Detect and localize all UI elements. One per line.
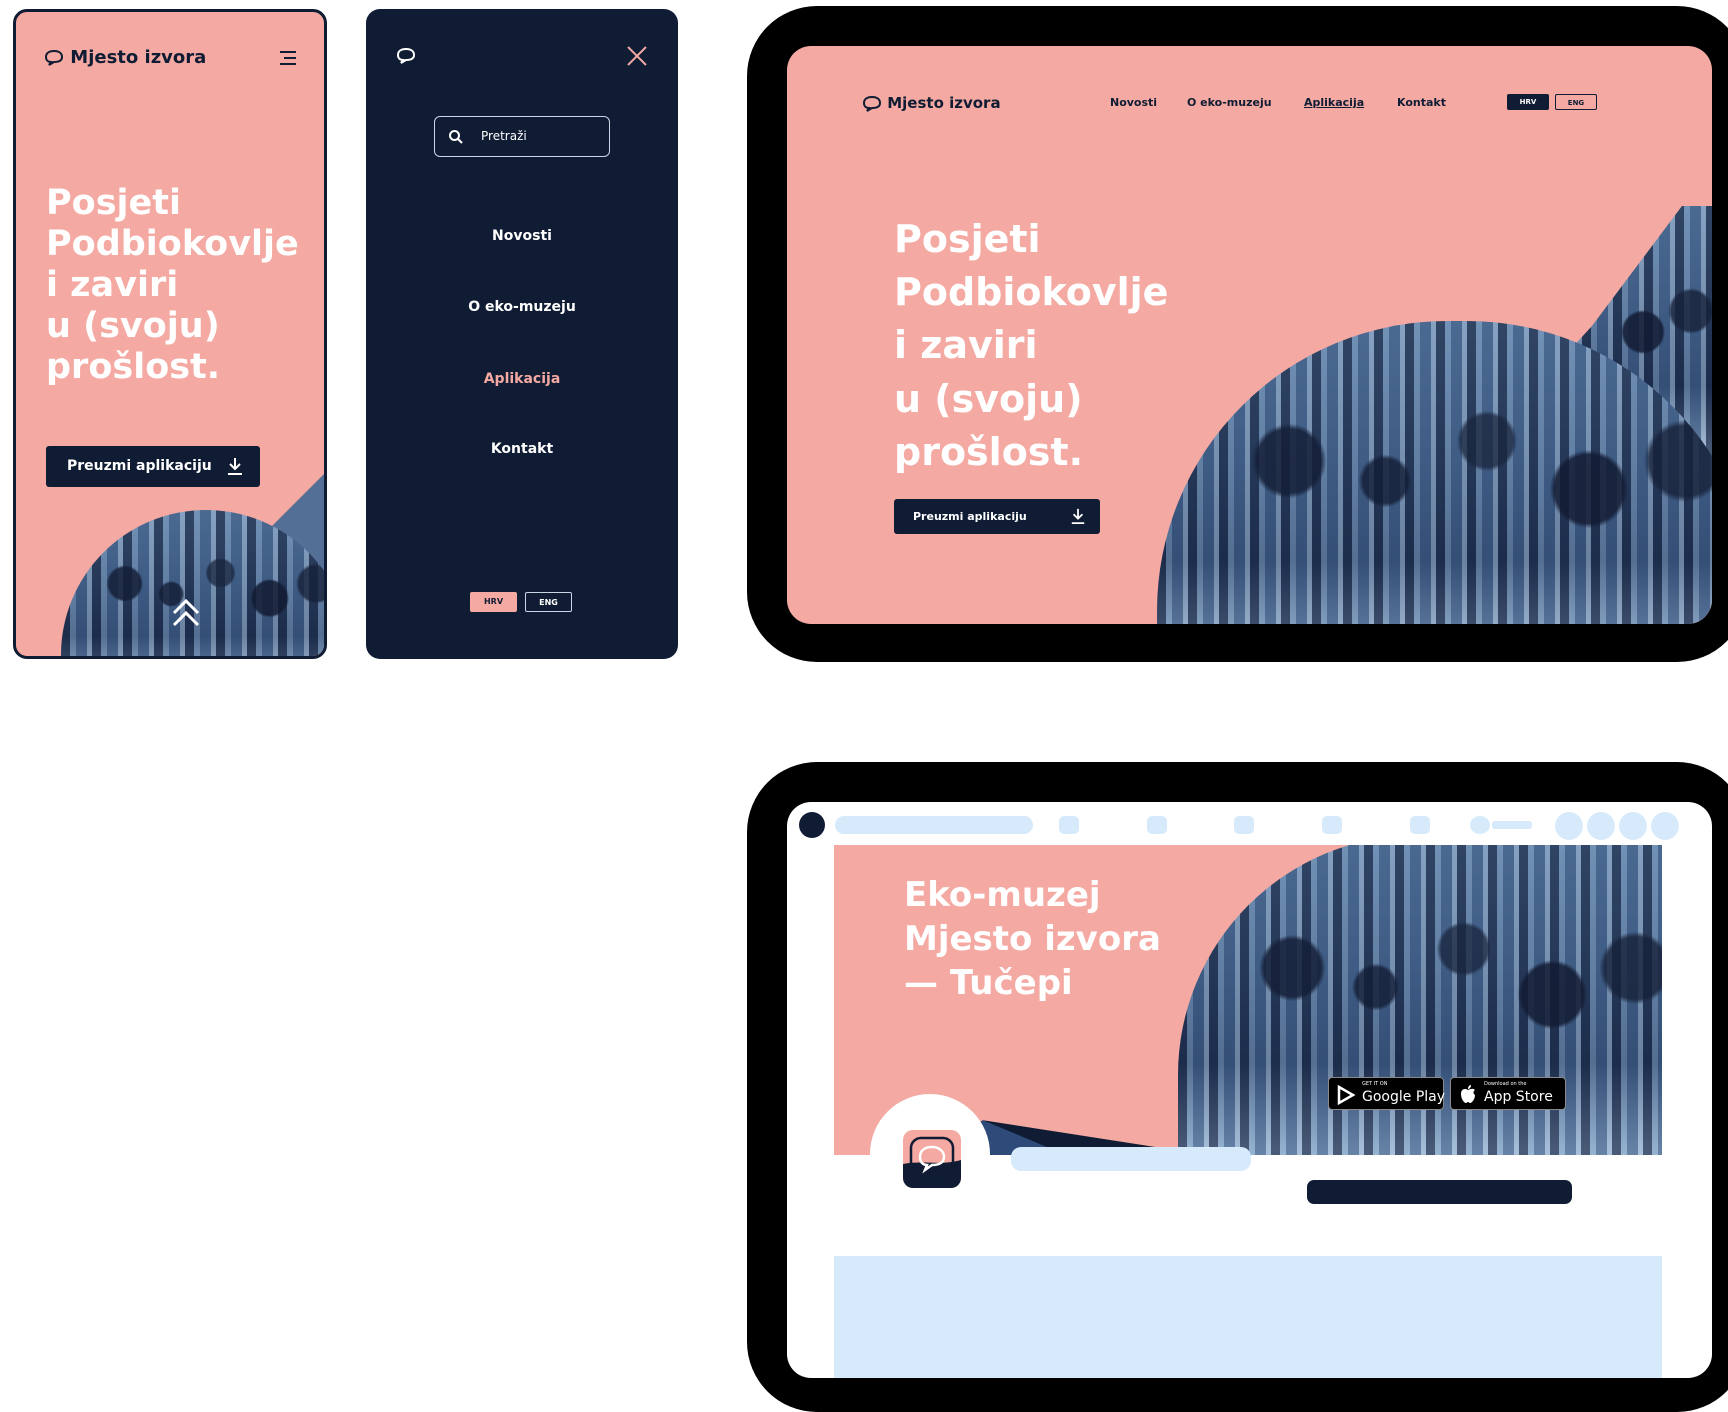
menu-item-kontakt[interactable]: Kontakt (366, 441, 678, 457)
skeleton-circle (1555, 812, 1583, 840)
language-eng-button[interactable]: ENG (1555, 94, 1597, 110)
skeleton-circle (1619, 812, 1647, 840)
language-hrv-button[interactable]: HRV (1507, 94, 1549, 110)
skeleton-chip (1234, 816, 1254, 834)
download-app-button[interactable]: Preuzmi aplikaciju (46, 446, 260, 487)
speech-bubble-icon (862, 95, 882, 112)
brand-logo[interactable]: Mjesto izvora (44, 47, 206, 68)
download-app-label: Preuzmi aplikaciju (67, 458, 212, 474)
search-input[interactable]: Pretraži (434, 116, 610, 157)
skeleton-bar (1492, 821, 1532, 829)
menu-item-o-eko-muzeju[interactable]: O eko-muzeju (366, 299, 678, 315)
brand-name: Mjesto izvora (887, 94, 1001, 112)
skeleton-chip (1147, 816, 1167, 834)
app-icon[interactable] (903, 1130, 961, 1188)
download-app-label: Preuzmi aplikaciju (913, 510, 1027, 523)
skeleton-bar (835, 816, 1033, 834)
search-icon (449, 130, 463, 144)
play-triangle-icon (1337, 1085, 1356, 1105)
download-app-button[interactable]: Preuzmi aplikaciju (894, 499, 1100, 534)
tablet-home-frame: Mjesto izvora Novosti O eko-muzeju Aplik… (747, 6, 1728, 662)
app-store-badge[interactable]: Download on the App Store (1450, 1077, 1566, 1110)
hamburger-icon[interactable] (278, 50, 298, 66)
skeleton-chip (1470, 816, 1490, 834)
menu-item-novosti[interactable]: Novosti (366, 228, 678, 244)
skeleton-app-title (1011, 1147, 1251, 1171)
tablet-store-screen: Eko-muzej Mjesto izvora — Tučepi GET IT … (787, 802, 1712, 1378)
mobile-menu-screen: Pretraži Novosti O eko-muzeju Aplikacija… (366, 9, 678, 659)
nav-novosti[interactable]: Novosti (1110, 96, 1157, 109)
app-store-small-text: Download on the (1484, 1081, 1527, 1087)
skeleton-chip (1410, 816, 1430, 834)
speech-bubble-icon[interactable] (396, 47, 416, 65)
google-play-badge[interactable]: GET IT ON Google Play (1328, 1077, 1446, 1110)
brand-logo[interactable]: Mjesto izvora (862, 94, 1001, 113)
speech-bubble-icon (44, 49, 64, 66)
skeleton-content-block (834, 1256, 1662, 1378)
status-dot (799, 812, 825, 838)
google-play-label: Google Play (1362, 1089, 1446, 1105)
hero-title: Posjeti Podbiokovlje i zaviri u (svoju) … (894, 217, 1169, 474)
nav-kontakt[interactable]: Kontakt (1397, 96, 1446, 109)
nav-o-eko-muzeju[interactable]: O eko-muzeju (1187, 96, 1272, 109)
menu-item-aplikacija[interactable]: Aplikacija (366, 371, 678, 387)
nav-aplikacija[interactable]: Aplikacija (1304, 96, 1364, 109)
double-chevron-up-icon[interactable] (168, 595, 204, 629)
search-placeholder: Pretraži (481, 129, 527, 143)
brand-name: Mjesto izvora (70, 47, 207, 68)
apple-icon (1461, 1085, 1475, 1103)
skeleton-chip (1059, 816, 1079, 834)
tablet-store-frame: Eko-muzej Mjesto izvora — Tučepi GET IT … (747, 762, 1728, 1412)
download-arrow-icon (1071, 508, 1085, 524)
download-arrow-icon (228, 458, 242, 475)
google-play-small-text: GET IT ON (1362, 1081, 1388, 1087)
skeleton-chip (1322, 816, 1342, 834)
app-store-label: App Store (1484, 1089, 1553, 1105)
language-eng-button[interactable]: ENG (525, 592, 572, 612)
speech-bubble-icon (903, 1130, 961, 1188)
banner-title: Eko-muzej Mjesto izvora — Tučepi (904, 875, 1161, 1004)
mobile-home-screen: Mjesto izvora Posjeti Podbiokovlje i zav… (13, 9, 327, 659)
language-hrv-button[interactable]: HRV (470, 592, 517, 612)
hero-title: Posjeti Podbiokovlje i zaviri u (svoju) … (46, 183, 299, 387)
close-icon[interactable] (626, 45, 648, 67)
skeleton-circle (1651, 812, 1679, 840)
skeleton-circle (1587, 812, 1615, 840)
install-button-placeholder[interactable] (1307, 1180, 1572, 1204)
tablet-home-screen: Mjesto izvora Novosti O eko-muzeju Aplik… (787, 46, 1712, 624)
